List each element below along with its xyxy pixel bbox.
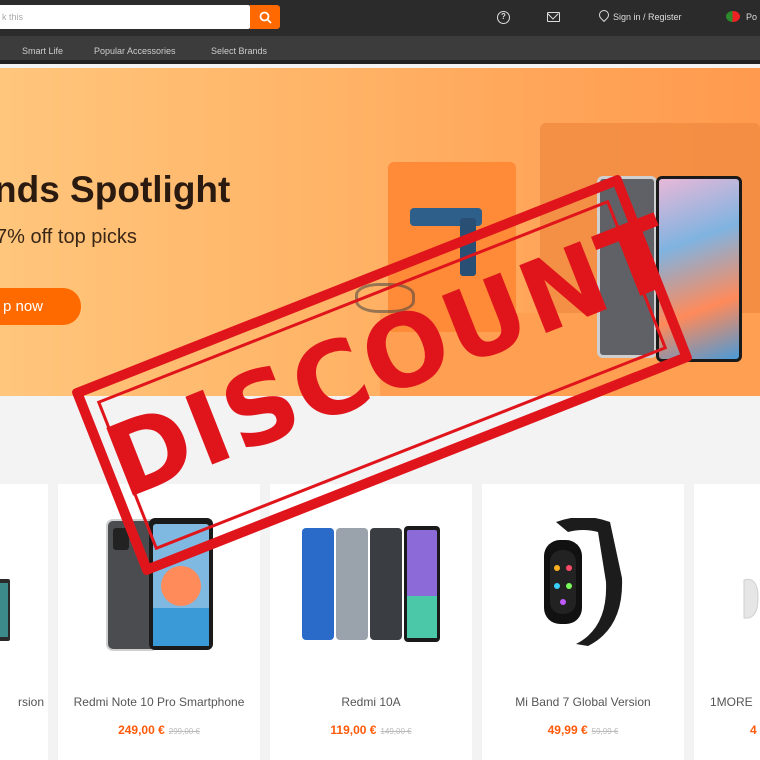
product-card[interactable]: rsion	[0, 484, 48, 760]
banner-title: nds Spotlight	[0, 169, 231, 210]
product-price: 49,99 €59,99 €	[547, 723, 619, 737]
banner-subtitle: 7% off top picks	[0, 226, 137, 248]
flag-icon[interactable]	[726, 11, 740, 22]
mail-icon[interactable]	[547, 12, 560, 22]
product-price: 249,00 €299,00 €	[118, 723, 200, 737]
product-name: Redmi Note 10 Pro Smartphone	[73, 695, 245, 709]
tablet-image	[0, 579, 10, 641]
search-icon	[259, 11, 272, 24]
page: k this ? Sign in / Register Po Smart Lif…	[0, 0, 760, 760]
category-nav: Smart Life Popular Accessories Select Br…	[0, 36, 760, 64]
shop-now-button[interactable]: p now	[0, 288, 81, 325]
earbuds-image	[743, 578, 759, 619]
search-input[interactable]: k this	[0, 5, 250, 29]
product-price: 4	[750, 723, 757, 737]
nav-item-smart-life[interactable]: Smart Life	[22, 45, 63, 57]
product-name: 1MORE	[710, 695, 753, 709]
nav-item-select-brands[interactable]: Select Brands	[211, 45, 267, 57]
product-card[interactable]: Redmi 10A 119,00 €149,00 €	[270, 484, 472, 760]
region-selector[interactable]: Po	[746, 11, 757, 23]
search-button[interactable]	[250, 5, 280, 29]
help-icon[interactable]: ?	[497, 11, 510, 24]
product-name: rsion	[17, 695, 44, 709]
product-price: 119,00 €149,00 €	[330, 723, 412, 737]
location-pin-icon	[596, 7, 612, 23]
product-name: Mi Band 7 Global Version	[515, 695, 651, 709]
redmi-10a-image	[302, 526, 440, 642]
top-bar: k this ? Sign in / Register Po	[0, 0, 760, 36]
product-name: Redmi 10A	[341, 695, 401, 709]
mi-band-7-image	[544, 518, 623, 646]
product-card[interactable]: Mi Band 7 Global Version 49,99 €59,99 €	[482, 484, 684, 760]
sign-in-link[interactable]: Sign in / Register	[613, 11, 682, 23]
nav-item-popular-accessories[interactable]: Popular Accessories	[94, 45, 176, 57]
product-card[interactable]: 1MORE 4	[694, 484, 760, 760]
